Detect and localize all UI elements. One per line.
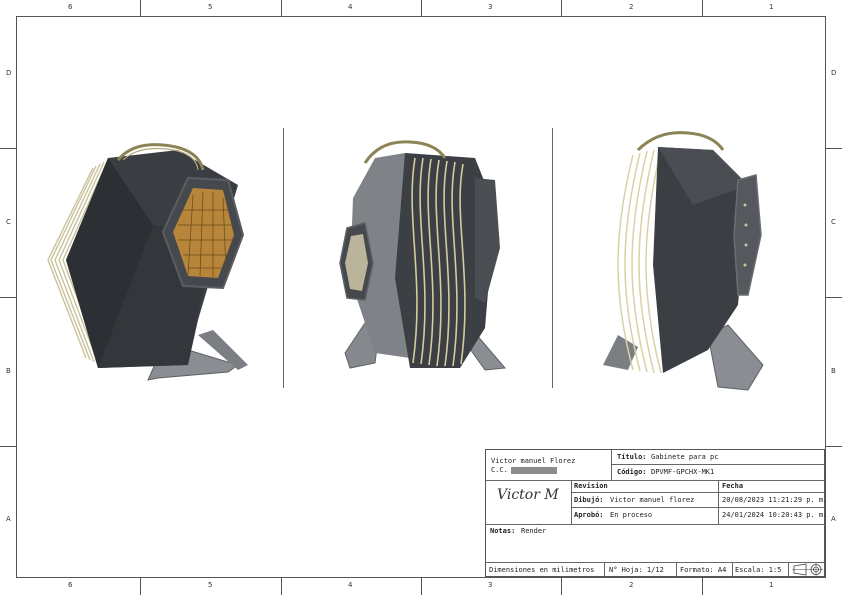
- dimensiones-note: Dimensiones en milimetros: [489, 566, 595, 574]
- titulo-value: Gabinete para pc: [651, 453, 719, 461]
- id-label: C.C.: [491, 466, 557, 474]
- fecha-label: Fecha: [722, 482, 744, 490]
- notas-label: Notas:: [490, 527, 516, 535]
- zone-tick: [140, 0, 141, 16]
- zone-tick: [281, 0, 282, 16]
- notas-value: Render: [521, 527, 547, 535]
- zone-tick: [421, 578, 422, 595]
- view-separator: [283, 128, 284, 388]
- zone-tick: [140, 578, 141, 595]
- zone-col-5-bottom: 5: [208, 581, 213, 589]
- zone-tick: [826, 446, 842, 447]
- zone-tick: [826, 297, 842, 298]
- dibujo-fecha: 20/08/2023 11:21:29 p. m.: [722, 496, 828, 504]
- projection-symbol-icon: [792, 563, 823, 576]
- zone-row-b-right: B: [831, 367, 836, 375]
- author-name: Victor manuel Florez: [491, 457, 576, 465]
- zone-tick: [702, 0, 703, 16]
- signature: Victor M: [497, 487, 559, 503]
- zone-tick: [0, 148, 16, 149]
- revision-label: Revision: [574, 482, 608, 490]
- zone-col-3-bottom: 3: [488, 581, 493, 589]
- view-separator: [552, 128, 553, 388]
- zone-col-3-top: 3: [488, 3, 493, 11]
- aprobo-fecha: 24/01/2024 10:20:43 p. m.: [722, 511, 828, 519]
- id-label-text: C.C.: [491, 466, 508, 474]
- aprobo-value: En proceso: [610, 511, 653, 519]
- zone-tick: [826, 148, 842, 149]
- formato: Formato: A4: [680, 566, 727, 574]
- zone-row-a-right: A: [831, 515, 836, 523]
- title-block: Victor manuel Florez C.C. Título: Gabine…: [485, 449, 828, 577]
- zone-col-6-top: 6: [68, 3, 73, 11]
- zone-row-c-left: C: [6, 218, 11, 226]
- render-front-view: [47, 143, 248, 381]
- hoja-number: N° Hoja: 1/12: [609, 566, 664, 574]
- codigo-value: DPVMF-GPCHX-MK1: [651, 468, 715, 476]
- zone-tick: [702, 578, 703, 595]
- zone-row-c-right: C: [831, 218, 836, 226]
- zone-col-1-top: 1: [769, 3, 774, 11]
- zone-row-d-left: D: [6, 69, 12, 77]
- aprobo-label: Aprobó:: [574, 511, 604, 519]
- render-rear-view: [603, 131, 764, 391]
- drawing-sheet: 6 5 4 3 2 1 6 5 4 3 2 1 D C B A D C B A: [0, 0, 842, 595]
- dibujo-label: Dibujó:: [574, 496, 604, 504]
- codigo-label: Código:: [617, 468, 647, 476]
- dibujo-value: Victor manuel florez: [610, 496, 695, 504]
- escala: Escala: 1:5: [735, 566, 782, 574]
- zone-tick: [421, 0, 422, 16]
- zone-tick: [0, 446, 16, 447]
- zone-col-6-bottom: 6: [68, 581, 73, 589]
- zone-row-d-right: D: [831, 69, 837, 77]
- zone-col-2-top: 2: [629, 3, 634, 11]
- zone-tick: [561, 0, 562, 16]
- zone-tick: [281, 578, 282, 595]
- zone-col-1-bottom: 1: [769, 581, 774, 589]
- zone-col-4-bottom: 4: [348, 581, 353, 589]
- zone-col-5-top: 5: [208, 3, 213, 11]
- titulo-label: Título:: [617, 453, 647, 461]
- zone-tick: [561, 578, 562, 595]
- render-side-view: [339, 140, 507, 371]
- zone-row-b-left: B: [6, 367, 11, 375]
- zone-col-2-bottom: 2: [629, 581, 634, 589]
- zone-row-a-left: A: [6, 515, 11, 523]
- zone-col-4-top: 4: [348, 3, 353, 11]
- redacted-id: [510, 466, 557, 474]
- zone-tick: [0, 297, 16, 298]
